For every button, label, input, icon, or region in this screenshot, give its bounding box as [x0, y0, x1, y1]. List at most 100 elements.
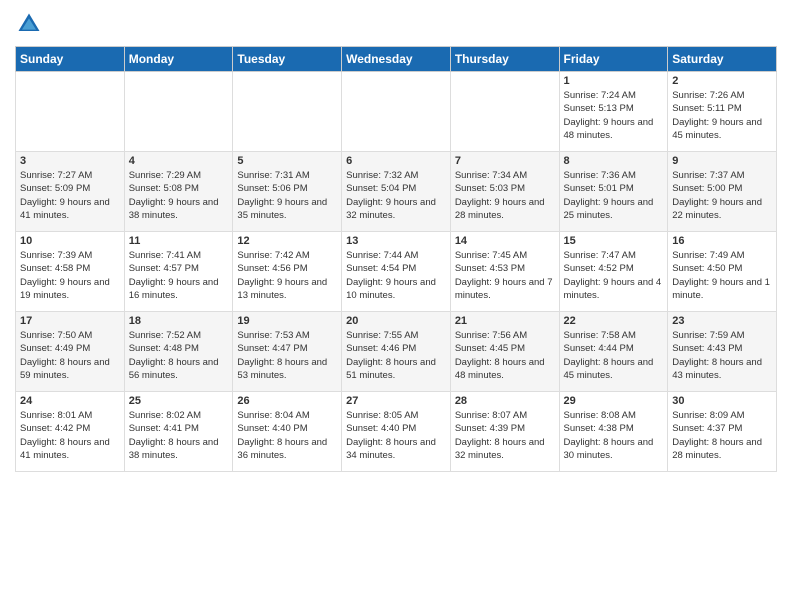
day-number: 27 [346, 395, 446, 407]
day-info: Sunrise: 7:55 AMSunset: 4:46 PMDaylight:… [346, 329, 446, 382]
calendar-cell [342, 72, 451, 152]
calendar-cell: 29Sunrise: 8:08 AMSunset: 4:38 PMDayligh… [559, 392, 668, 472]
day-number: 18 [129, 315, 229, 327]
day-info: Sunrise: 7:24 AMSunset: 5:13 PMDaylight:… [564, 89, 664, 142]
day-info: Sunrise: 7:50 AMSunset: 4:49 PMDaylight:… [20, 329, 120, 382]
day-info: Sunrise: 8:04 AMSunset: 4:40 PMDaylight:… [237, 409, 337, 462]
day-info: Sunrise: 8:01 AMSunset: 4:42 PMDaylight:… [20, 409, 120, 462]
page-container: SundayMondayTuesdayWednesdayThursdayFrid… [0, 0, 792, 482]
weekday-header-wednesday: Wednesday [342, 47, 451, 72]
calendar-cell: 22 Sunrise: 7:58 AMSunset: 4:44 PMDayligh… [559, 312, 668, 392]
weekday-header-thursday: Thursday [450, 47, 559, 72]
calendar-cell: 30 Sunrise: 8:09 AMSunset: 4:37 PMDayligh… [668, 392, 777, 472]
day-number: 20 [346, 315, 446, 327]
calendar-cell: 19 Sunrise: 7:53 AMSunset: 4:47 PMDayligh… [233, 312, 342, 392]
calendar-cell: 24 Sunrise: 8:01 AMSunset: 4:42 PMDayligh… [16, 392, 125, 472]
day-info: Sunrise: 7:29 AMSunset: 5:08 PMDaylight:… [129, 169, 229, 222]
day-number: 6 [346, 155, 446, 167]
day-number: 13 [346, 235, 446, 247]
day-number: 7 [455, 155, 555, 167]
calendar-week-2: 3 Sunrise: 7:27 AMSunset: 5:09 PMDaylight… [16, 152, 777, 232]
calendar-cell: 28Sunrise: 8:07 AMSunset: 4:39 PMDayligh… [450, 392, 559, 472]
weekday-header-monday: Monday [124, 47, 233, 72]
day-info: Sunrise: 7:41 AMSunset: 4:57 PMDaylight:… [129, 249, 229, 302]
calendar-table: SundayMondayTuesdayWednesdayThursdayFrid… [15, 46, 777, 472]
day-info: Sunrise: 7:36 AMSunset: 5:01 PMDaylight:… [564, 169, 664, 222]
calendar-cell: 11Sunrise: 7:41 AMSunset: 4:57 PMDayligh… [124, 232, 233, 312]
day-number: 17 [20, 315, 120, 327]
day-info: Sunrise: 8:08 AMSunset: 4:38 PMDaylight:… [564, 409, 664, 462]
day-info: Sunrise: 7:32 AMSunset: 5:04 PMDaylight:… [346, 169, 446, 222]
day-number: 19 [237, 315, 337, 327]
day-number: 26 [237, 395, 337, 407]
day-number: 8 [564, 155, 664, 167]
calendar-cell: 2 Sunrise: 7:26 AMSunset: 5:11 PMDaylight… [668, 72, 777, 152]
day-info: Sunrise: 8:05 AMSunset: 4:40 PMDaylight:… [346, 409, 446, 462]
day-info: Sunrise: 7:39 AMSunset: 4:58 PMDaylight:… [20, 249, 120, 302]
day-number: 24 [20, 395, 120, 407]
day-info: Sunrise: 7:27 AMSunset: 5:09 PMDaylight:… [20, 169, 120, 222]
calendar-week-5: 24 Sunrise: 8:01 AMSunset: 4:42 PMDayligh… [16, 392, 777, 472]
day-number: 5 [237, 155, 337, 167]
page-header [15, 10, 777, 38]
day-info: Sunrise: 7:58 AMSunset: 4:44 PMDaylight:… [564, 329, 664, 382]
day-number: 2 [672, 75, 772, 87]
day-number: 3 [20, 155, 120, 167]
day-info: Sunrise: 8:02 AMSunset: 4:41 PMDaylight:… [129, 409, 229, 462]
day-info: Sunrise: 7:49 AMSunset: 4:50 PMDaylight:… [672, 249, 772, 302]
calendar-cell: 10 Sunrise: 7:39 AMSunset: 4:58 PMDayligh… [16, 232, 125, 312]
day-info: Sunrise: 7:56 AMSunset: 4:45 PMDaylight:… [455, 329, 555, 382]
calendar-cell: 1 Sunrise: 7:24 AMSunset: 5:13 PMDaylight… [559, 72, 668, 152]
weekday-header-saturday: Saturday [668, 47, 777, 72]
calendar-cell: 9Sunrise: 7:37 AMSunset: 5:00 PMDaylight… [668, 152, 777, 232]
calendar-cell: 3 Sunrise: 7:27 AMSunset: 5:09 PMDaylight… [16, 152, 125, 232]
day-number: 15 [564, 235, 664, 247]
calendar-cell: 23 Sunrise: 7:59 AMSunset: 4:43 PMDayligh… [668, 312, 777, 392]
calendar-cell: 5 Sunrise: 7:31 AMSunset: 5:06 PMDaylight… [233, 152, 342, 232]
day-info: Sunrise: 7:47 AMSunset: 4:52 PMDaylight:… [564, 249, 664, 302]
day-info: Sunrise: 7:52 AMSunset: 4:48 PMDaylight:… [129, 329, 229, 382]
logo-icon [15, 10, 43, 38]
day-number: 16 [672, 235, 772, 247]
calendar-cell: 26 Sunrise: 8:04 AMSunset: 4:40 PMDayligh… [233, 392, 342, 472]
calendar-cell [124, 72, 233, 152]
day-info: Sunrise: 7:53 AMSunset: 4:47 PMDaylight:… [237, 329, 337, 382]
day-info: Sunrise: 8:07 AMSunset: 4:39 PMDaylight:… [455, 409, 555, 462]
calendar-cell: 20 Sunrise: 7:55 AMSunset: 4:46 PMDayligh… [342, 312, 451, 392]
weekday-header-sunday: Sunday [16, 47, 125, 72]
day-number: 10 [20, 235, 120, 247]
day-number: 23 [672, 315, 772, 327]
weekday-header-friday: Friday [559, 47, 668, 72]
calendar-week-3: 10 Sunrise: 7:39 AMSunset: 4:58 PMDayligh… [16, 232, 777, 312]
weekday-header-tuesday: Tuesday [233, 47, 342, 72]
day-number: 21 [455, 315, 555, 327]
calendar-cell [233, 72, 342, 152]
calendar-cell: 21 Sunrise: 7:56 AMSunset: 4:45 PMDayligh… [450, 312, 559, 392]
calendar-cell: 17 Sunrise: 7:50 AMSunset: 4:49 PMDayligh… [16, 312, 125, 392]
calendar-cell: 16 Sunrise: 7:49 AMSunset: 4:50 PMDayligh… [668, 232, 777, 312]
day-number: 9 [672, 155, 772, 167]
day-number: 12 [237, 235, 337, 247]
calendar-week-1: 1 Sunrise: 7:24 AMSunset: 5:13 PMDaylight… [16, 72, 777, 152]
calendar-cell: 6 Sunrise: 7:32 AMSunset: 5:04 PMDaylight… [342, 152, 451, 232]
day-info: Sunrise: 8:09 AMSunset: 4:37 PMDaylight:… [672, 409, 772, 462]
calendar-cell: 25 Sunrise: 8:02 AMSunset: 4:41 PMDayligh… [124, 392, 233, 472]
calendar-cell: 14 Sunrise: 7:45 AMSunset: 4:53 PMDayligh… [450, 232, 559, 312]
logo [15, 10, 47, 38]
day-number: 1 [564, 75, 664, 87]
day-info: Sunrise: 7:26 AMSunset: 5:11 PMDaylight:… [672, 89, 772, 142]
day-number: 30 [672, 395, 772, 407]
day-number: 14 [455, 235, 555, 247]
day-info: Sunrise: 7:34 AMSunset: 5:03 PMDaylight:… [455, 169, 555, 222]
calendar-cell: 12Sunrise: 7:42 AMSunset: 4:56 PMDayligh… [233, 232, 342, 312]
calendar-cell: 27 Sunrise: 8:05 AMSunset: 4:40 PMDayligh… [342, 392, 451, 472]
day-info: Sunrise: 7:31 AMSunset: 5:06 PMDaylight:… [237, 169, 337, 222]
calendar-cell: 4 Sunrise: 7:29 AMSunset: 5:08 PMDaylight… [124, 152, 233, 232]
day-info: Sunrise: 7:59 AMSunset: 4:43 PMDaylight:… [672, 329, 772, 382]
day-info: Sunrise: 7:45 AMSunset: 4:53 PMDaylight:… [455, 249, 555, 302]
calendar-cell [16, 72, 125, 152]
day-number: 22 [564, 315, 664, 327]
day-number: 25 [129, 395, 229, 407]
day-number: 4 [129, 155, 229, 167]
calendar-cell [450, 72, 559, 152]
